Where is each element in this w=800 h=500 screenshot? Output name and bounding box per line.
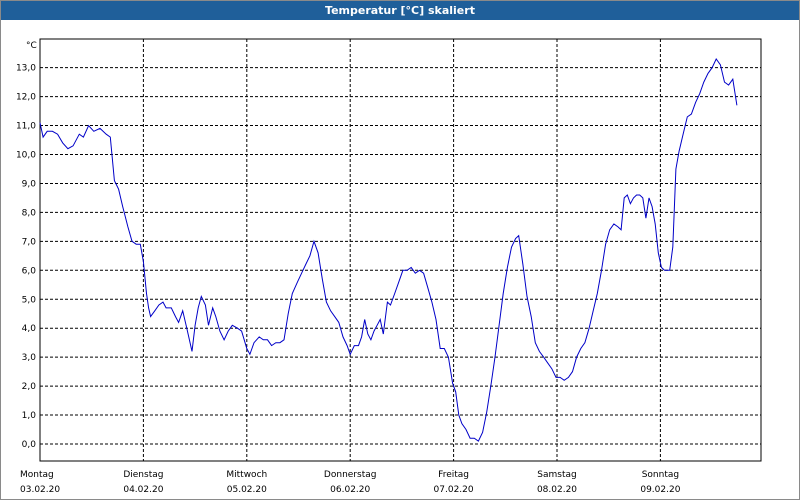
x-tick-date-label: 03.02.20: [20, 485, 60, 495]
grid-lines: [40, 39, 761, 461]
x-tick-day-label: Mittwoch: [226, 470, 267, 480]
temperature-series-line: [39, 58, 738, 442]
y-tick-label: 12,0: [16, 93, 36, 103]
x-tick-date-label: 08.02.20: [537, 485, 577, 495]
x-tick-day-label: Freitag: [438, 470, 469, 480]
y-tick-label: 5,0: [22, 295, 37, 305]
y-tick-label: 4,0: [22, 324, 37, 334]
x-tick-date-label: 09.02.20: [640, 485, 680, 495]
temperature-chart: °C 0,0 1,0 2,0 3,0 4,0 5,0 6,0 7,0 8,0 9,0 10,0 11,…: [16, 38, 762, 495]
y-tick-label: 7,0: [22, 237, 37, 247]
x-tick-day-label: Dienstag: [123, 470, 163, 480]
series-layer: [39, 58, 738, 442]
x-tick-date-label: 05.02.20: [227, 485, 267, 495]
x-tick-day-label: Montag: [20, 470, 54, 480]
y-tick-label: 6,0: [22, 266, 37, 276]
x-tick-labels: Montag 03.02.20 Dienstag 04.02.20 Mittwoch 05…: [20, 470, 681, 495]
x-tick-day-label: Sonntag: [642, 470, 679, 480]
x-tick-day-label: Samstag: [537, 470, 576, 480]
plot-frame: [39, 38, 762, 462]
x-tick-day-label: Donnerstag: [324, 470, 377, 480]
y-tick-label: 8,0: [22, 208, 37, 218]
y-tick-label: 0,0: [22, 440, 37, 450]
x-tick-date-label: 04.02.20: [123, 485, 163, 495]
y-tick-labels: 0,0 1,0 2,0 3,0 4,0 5,0 6,0 7,0 8,0 9,0 10,0 11,0 12…: [16, 64, 36, 450]
y-axis-unit-label: °C: [26, 41, 37, 51]
y-tick-label: 9,0: [22, 179, 37, 189]
y-tick-label: 1,0: [22, 411, 37, 421]
x-tick-date-label: 07.02.20: [434, 485, 474, 495]
y-tick-label: 3,0: [22, 353, 37, 363]
y-tick-label: 2,0: [22, 382, 37, 392]
x-tick-date-label: 06.02.20: [330, 485, 370, 495]
y-tick-label: 10,0: [16, 151, 36, 161]
y-tick-label: 11,0: [16, 122, 36, 132]
y-tick-label: 13,0: [16, 64, 36, 74]
